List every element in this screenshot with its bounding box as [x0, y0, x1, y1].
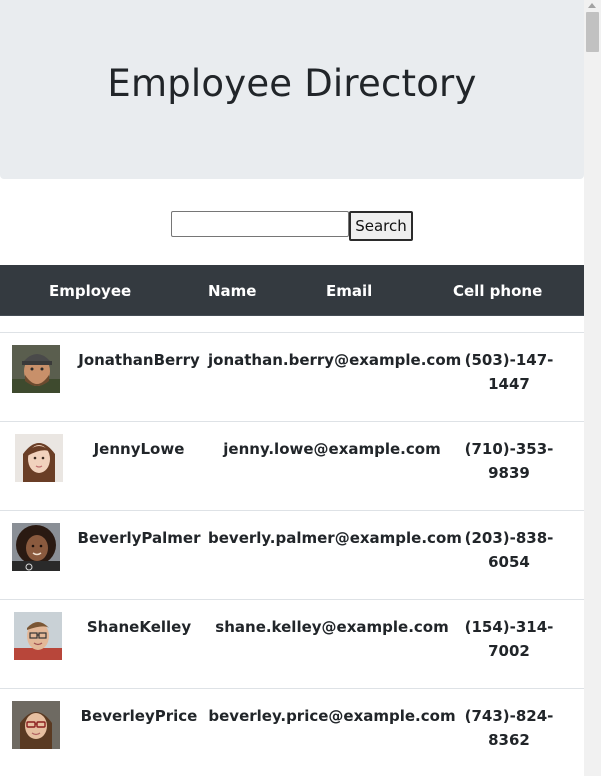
table-row: ShaneKelley shane.kelley@example.com (15… [0, 600, 584, 689]
employee-name: JonathanBerry [78, 351, 200, 369]
employee-phone: (154)-314-7002 [464, 618, 554, 660]
avatar-woman-curly-hair-icon [12, 523, 60, 571]
search-button[interactable]: Search [349, 211, 413, 241]
table-row: BeverlyPalmer beverly.palmer@example.com… [0, 511, 584, 600]
avatar [12, 701, 60, 749]
employee-name: BeverleyPrice [80, 707, 198, 725]
search-form-row: Search [0, 211, 584, 241]
avatar [14, 612, 62, 660]
table-header: Employee Name Email Cell phone [0, 265, 584, 316]
column-header-cell-phone[interactable]: Cell phone [453, 282, 542, 300]
table-body: JonathanBerry jonathan.berry@example.com… [0, 333, 584, 776]
employee-phone: (203)-838-6054 [464, 529, 554, 571]
employee-phone: (743)-824-8362 [464, 707, 554, 749]
employee-email[interactable]: jonathan.berry@example.com [208, 348, 461, 372]
employee-phone: (710)-353-9839 [464, 440, 554, 482]
table-row: BeverleyPrice beverley.price@example.com… [0, 689, 584, 776]
avatar [12, 345, 60, 393]
employee-email[interactable]: shane.kelley@example.com [208, 615, 456, 639]
avatar [15, 434, 63, 482]
column-header-employee[interactable]: Employee [49, 282, 131, 300]
employee-email[interactable]: beverly.palmer@example.com [208, 526, 462, 550]
employee-email[interactable]: beverley.price@example.com [208, 704, 456, 728]
avatar-woman-glasses-icon [12, 701, 60, 749]
scrollbar-thumb[interactable] [586, 12, 599, 52]
avatar-man-glasses-icon [14, 612, 62, 660]
avatar-man-beard-cap-icon [12, 345, 60, 393]
table-row: JonathanBerry jonathan.berry@example.com… [0, 333, 584, 422]
employee-phone: (503)-147-1447 [464, 351, 554, 393]
employee-name: BeverlyPalmer [77, 529, 201, 547]
employee-name: JennyLowe [93, 440, 185, 458]
column-header-email[interactable]: Email [326, 282, 372, 300]
avatar [12, 523, 60, 571]
employee-email[interactable]: jenny.lowe@example.com [208, 437, 456, 461]
employee-name: ShaneKelley [86, 618, 192, 636]
column-header-name[interactable]: Name [208, 282, 256, 300]
header-jumbotron: Employee Directory [0, 0, 584, 179]
search-input[interactable] [171, 211, 349, 237]
vertical-scrollbar[interactable] [584, 0, 601, 776]
page-title: Employee Directory [107, 62, 477, 105]
search-input-wrapper [171, 211, 349, 241]
scroll-up-arrow-icon[interactable] [588, 3, 596, 8]
table-row: JennyLowe jenny.lowe@example.com (710)-3… [0, 422, 584, 511]
avatar-woman-brown-hair-icon [15, 434, 63, 482]
search-form: Search [171, 211, 413, 241]
page: Employee Directory Search Employee Name … [0, 0, 584, 776]
